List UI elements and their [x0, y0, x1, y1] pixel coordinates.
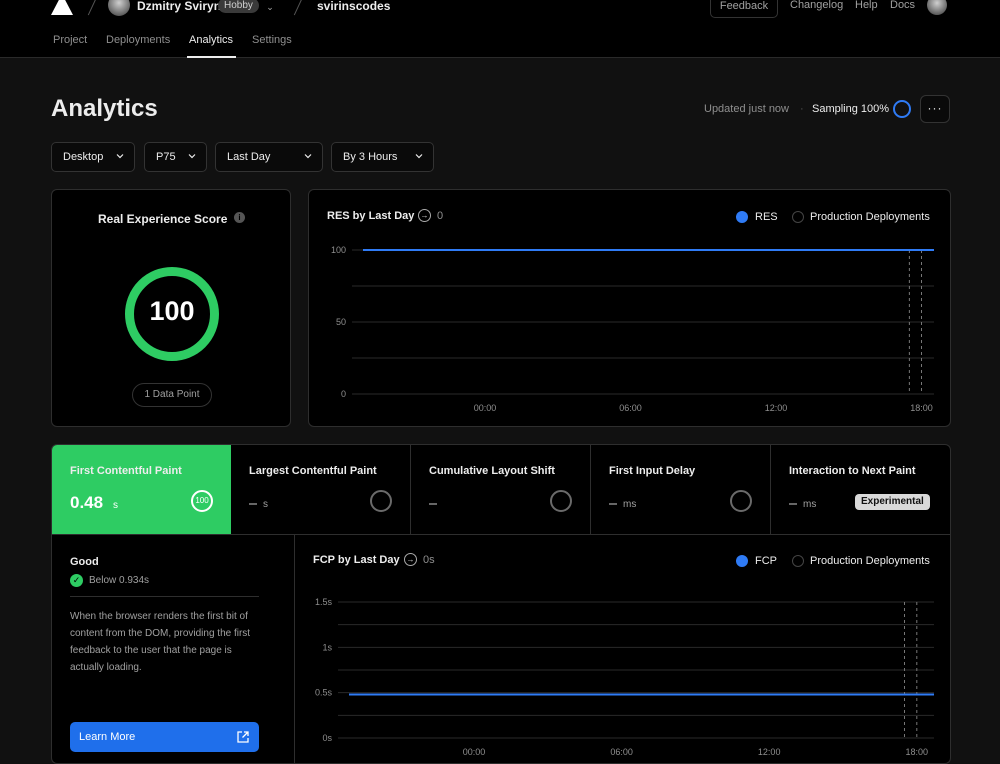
res-line-chart: 100 50 0 00:00 06:00 12:00 18:00	[331, 245, 934, 413]
user-avatar[interactable]	[108, 0, 130, 16]
learn-more-label: Learn More	[79, 731, 136, 743]
percentile-select[interactable]: P75	[144, 142, 207, 172]
detail-divider	[70, 596, 259, 597]
metric-name: Largest Contentful Paint	[249, 465, 377, 477]
device-select[interactable]: Desktop	[51, 142, 135, 172]
more-options-button[interactable]: ···	[920, 95, 950, 123]
metric-unit: ms	[623, 499, 637, 510]
fcp-y-tick-label: 1.5s	[315, 597, 333, 607]
metric-score-ring: 100	[191, 490, 213, 512]
res-y-tick-label: 100	[331, 245, 346, 255]
score-card-title: Real Experience Score	[98, 212, 228, 226]
granularity-select-label: By 3 Hours	[343, 151, 398, 163]
granularity-select[interactable]: By 3 Hours	[331, 142, 434, 172]
res-x-tick-label: 06:00	[619, 403, 642, 413]
sampling-ring-icon[interactable]	[893, 100, 911, 118]
page-title: Analytics	[51, 95, 158, 122]
metric-tab-fcp[interactable]: First Contentful Paint 0.48 s 100	[52, 445, 231, 534]
tab-deployments[interactable]: Deployments	[106, 34, 170, 46]
fcp-x-tick-label: 18:00	[906, 747, 929, 757]
plan-badge: Hobby	[218, 0, 259, 13]
data-point-count: 1 Data Point	[132, 383, 212, 407]
top-navigation: Dzmitry Sviryn Hobby ⌃ ⌄ svirinscodes Fee…	[0, 0, 1000, 58]
chevron-down-icon	[304, 154, 312, 159]
breadcrumb-separator	[87, 0, 98, 16]
metric-unit: s	[263, 499, 268, 510]
fcp-y-tick-label: 1s	[322, 642, 332, 652]
fcp-x-tick-label: 12:00	[758, 747, 781, 757]
chevron-up-down-icon[interactable]: ⌃ ⌄	[265, 0, 275, 12]
breadcrumb-separator	[293, 0, 304, 16]
metric-unit: s	[113, 500, 118, 511]
fcp-line-chart: 1.5s 1s 0.5s 0s 00:00 06:00 12:00 18:00	[315, 597, 934, 757]
metric-score-ring	[550, 490, 572, 512]
no-data-dash	[789, 503, 797, 505]
metric-score-ring	[370, 490, 392, 512]
chevron-down-icon	[188, 154, 196, 159]
help-link[interactable]: Help	[855, 0, 878, 11]
device-select-label: Desktop	[63, 151, 104, 163]
res-y-tick-label: 50	[336, 317, 346, 327]
fcp-x-tick-label: 06:00	[610, 747, 633, 757]
experimental-badge: Experimental	[855, 494, 930, 510]
metric-name: First Contentful Paint	[70, 465, 182, 477]
real-experience-score-card: Real Experience Score i 100 1 Data Point	[51, 189, 291, 427]
chevron-down-icon	[116, 154, 124, 159]
res-x-tick-label: 00:00	[474, 403, 497, 413]
time-range-select-label: Last Day	[227, 151, 271, 163]
separator-dot: ·	[800, 103, 804, 115]
no-data-dash	[249, 503, 257, 505]
res-x-tick-label: 18:00	[910, 403, 933, 413]
account-avatar[interactable]	[927, 0, 947, 15]
time-range-select[interactable]: Last Day	[215, 142, 323, 172]
metric-detail: Good ✓ Below 0.934s When the browser ren…	[52, 534, 295, 763]
fcp-y-tick-label: 0.5s	[315, 688, 333, 698]
check-icon: ✓	[70, 574, 83, 587]
vercel-logo-icon[interactable]	[51, 0, 73, 15]
metric-tab-inp[interactable]: Interaction to Next Paint ms Experimenta…	[771, 445, 950, 534]
metric-score-ring	[730, 490, 752, 512]
metric-name: First Input Delay	[609, 465, 696, 477]
metric-value: 0.48	[70, 493, 104, 512]
changelog-link[interactable]: Changelog	[790, 0, 843, 11]
metric-tab-lcp[interactable]: Largest Contentful Paint s	[231, 445, 411, 534]
threshold-text: Below 0.934s	[89, 575, 150, 586]
res-y-tick-label: 0	[341, 389, 346, 399]
metric-description: When the browser renders the first bit o…	[70, 611, 251, 673]
chevron-down-icon	[415, 154, 423, 159]
active-tab-indicator	[187, 56, 236, 58]
fcp-x-tick-label: 00:00	[463, 747, 486, 757]
external-link-icon	[237, 731, 249, 743]
status-label: Good	[70, 556, 99, 568]
score-value: 100	[149, 296, 195, 326]
fcp-chart-area: FCP by Last Day → 0s FCP Production Depl…	[295, 534, 950, 763]
metric-unit: ms	[803, 499, 817, 510]
res-x-tick-label: 12:00	[765, 403, 788, 413]
project-name[interactable]: svirinscodes	[317, 0, 390, 13]
fcp-y-tick-label: 0s	[322, 733, 332, 743]
learn-more-button[interactable]: Learn More	[70, 722, 259, 752]
no-data-dash	[429, 503, 437, 505]
tab-analytics[interactable]: Analytics	[189, 34, 233, 46]
metric-tab-fid[interactable]: First Input Delay ms	[591, 445, 771, 534]
info-icon[interactable]: i	[234, 212, 245, 223]
no-data-dash	[609, 503, 617, 505]
metric-tab-cls[interactable]: Cumulative Layout Shift	[411, 445, 591, 534]
metric-name: Cumulative Layout Shift	[429, 465, 555, 477]
metric-name: Interaction to Next Paint	[789, 465, 916, 477]
feedback-button[interactable]: Feedback	[710, 0, 778, 18]
updated-status: Updated just now	[704, 103, 789, 115]
res-chart-card: RES by Last Day → 0 RES Production Deplo…	[308, 189, 951, 427]
sampling-label: Sampling 100%	[812, 103, 890, 115]
percentile-select-label: P75	[156, 151, 176, 163]
tab-settings[interactable]: Settings	[252, 34, 292, 46]
tab-project[interactable]: Project	[53, 34, 87, 46]
user-name[interactable]: Dzmitry Sviryn	[137, 0, 221, 13]
metrics-panel: First Contentful Paint 0.48 s 100 Larges…	[51, 444, 951, 764]
docs-link[interactable]: Docs	[890, 0, 915, 11]
